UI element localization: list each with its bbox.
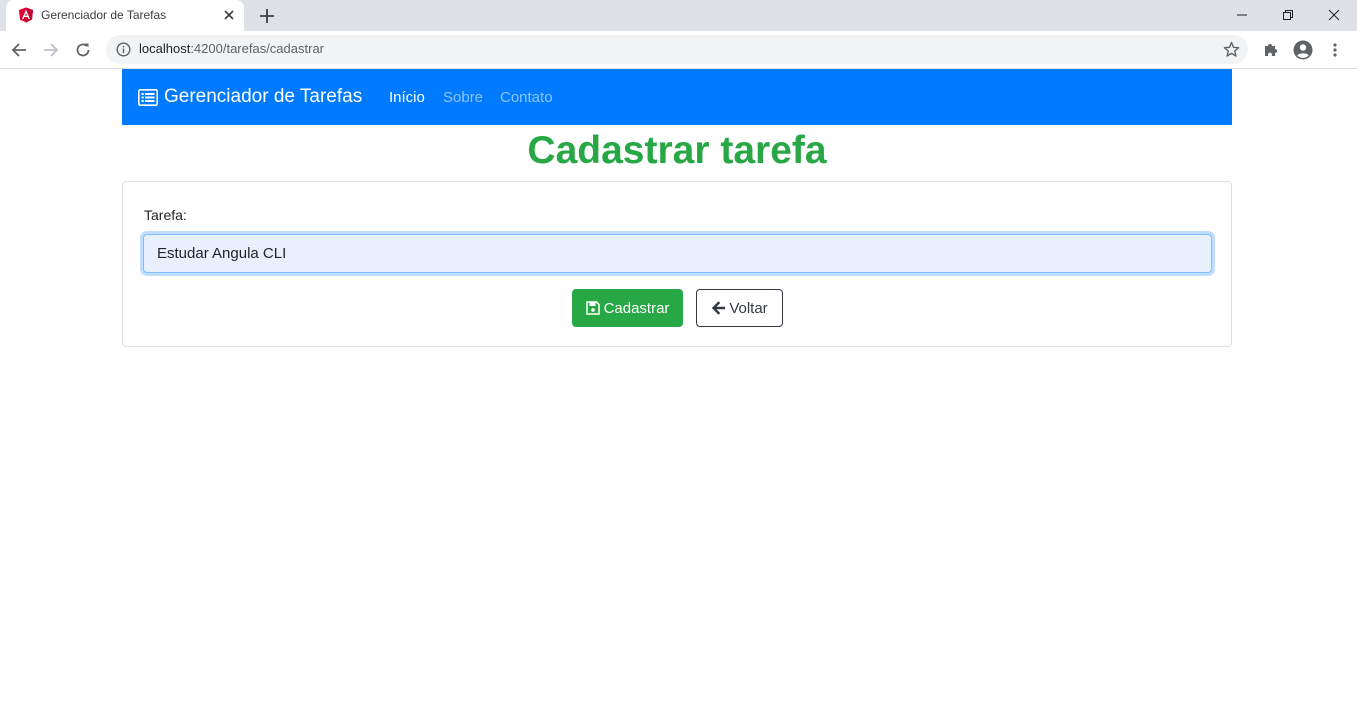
nav-link-sobre[interactable]: Sobre	[443, 89, 483, 106]
task-input[interactable]	[143, 234, 1212, 273]
extensions-button[interactable]	[1261, 40, 1281, 60]
profile-button[interactable]	[1293, 40, 1313, 60]
star-icon[interactable]	[1223, 41, 1240, 58]
back-label: Voltar	[729, 299, 768, 317]
back-button[interactable]	[5, 36, 33, 64]
nav-link-inicio[interactable]: Início	[389, 89, 425, 106]
kebab-menu-icon	[1333, 43, 1337, 57]
reload-icon	[76, 43, 90, 57]
browser-tab[interactable]: Gerenciador de Tarefas	[6, 0, 244, 31]
save-icon	[585, 301, 600, 315]
url-path: :4200/tarefas/cadastrar	[190, 41, 325, 56]
tab-title: Gerenciador de Tarefas	[41, 8, 167, 22]
minimize-icon	[1237, 14, 1247, 15]
reload-button[interactable]	[69, 36, 97, 64]
submit-button[interactable]: Cadastrar	[572, 289, 683, 327]
back-link-button[interactable]: Voltar	[696, 289, 783, 327]
arrow-left-icon	[712, 301, 726, 315]
minimize-button[interactable]	[1219, 0, 1265, 29]
puzzle-icon	[1265, 44, 1277, 56]
url-text: localhost:4200/tarefas/cadastrar	[139, 41, 324, 56]
angular-icon	[19, 7, 33, 23]
url-host: localhost	[139, 41, 191, 56]
new-tab-icon[interactable]	[257, 6, 277, 26]
browser-toolbar: localhost:4200/tarefas/cadastrar	[0, 31, 1357, 69]
restore-icon	[1283, 9, 1293, 20]
account-icon	[1293, 40, 1313, 60]
close-icon[interactable]	[221, 7, 237, 23]
address-bar[interactable]: localhost:4200/tarefas/cadastrar	[106, 35, 1248, 64]
back-arrow-icon	[11, 43, 26, 57]
close-window-icon	[1328, 9, 1340, 20]
tab-strip: Gerenciador de Tarefas	[0, 0, 1357, 31]
navbar-brand[interactable]: Gerenciador de Tarefas	[138, 86, 362, 108]
page-title: Cadastrar tarefa	[527, 129, 827, 172]
forward-button[interactable]	[37, 36, 65, 64]
restore-button[interactable]	[1265, 0, 1311, 29]
submit-label: Cadastrar	[603, 299, 670, 317]
page-viewport: Gerenciador de Tarefas Início Sobre Cont…	[0, 69, 1357, 725]
app-navbar: Gerenciador de Tarefas Início Sobre Cont…	[122, 69, 1232, 125]
task-form-card: Tarefa: Cadastrar Voltar	[122, 181, 1232, 347]
forward-arrow-icon	[44, 43, 59, 57]
task-label: Tarefa:	[144, 207, 187, 223]
close-window-button[interactable]	[1311, 0, 1357, 29]
info-icon[interactable]	[116, 42, 131, 57]
list-alt-icon	[138, 88, 158, 106]
menu-button[interactable]	[1325, 40, 1345, 60]
nav-link-contato[interactable]: Contato	[500, 89, 553, 106]
brand-label: Gerenciador de Tarefas	[164, 86, 363, 107]
